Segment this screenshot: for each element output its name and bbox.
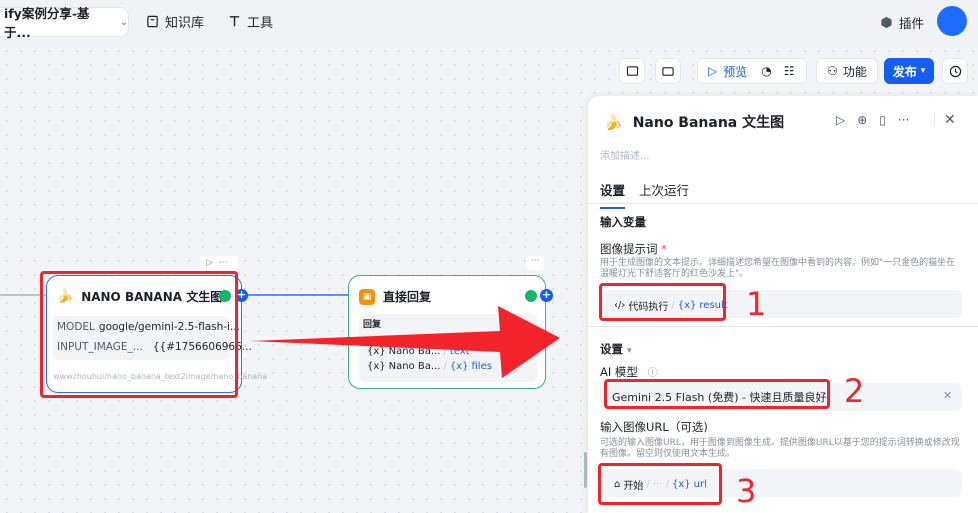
- annotation-box-1: [599, 283, 726, 321]
- annotation-number-3: 3: [736, 472, 757, 510]
- help-circle-icon[interactable]: ⓘ: [648, 368, 658, 379]
- panel-actions: ▷ ⊕ ▯ ···: [836, 113, 909, 127]
- tab-last-run[interactable]: 上次运行: [639, 180, 689, 209]
- close-icon[interactable]: ✕: [944, 112, 956, 128]
- clear-icon[interactable]: ✕: [943, 389, 952, 402]
- url-label: 输入图像URL（可选): [600, 420, 708, 434]
- url-help: 可选的输入图像URL，用于图像到图像生成。提供图像URL以基于您的提示词转换或修…: [600, 438, 960, 459]
- prompt-label-text: 图像提示词: [600, 242, 658, 256]
- prompt-label: 图像提示词 *: [600, 242, 667, 256]
- panel-title: 🍌 Nano Banana 文生图: [604, 112, 784, 132]
- section-settings-text: 设置: [600, 342, 623, 356]
- help-icon[interactable]: ⊕: [857, 113, 867, 127]
- model-label-text: AI 模型: [600, 365, 638, 379]
- section-input-vars: 输入变量: [600, 215, 646, 229]
- divider: [588, 203, 978, 204]
- tab-settings[interactable]: 设置: [600, 180, 626, 209]
- banana-icon: 🍌: [604, 113, 623, 131]
- annotation-box-node: [40, 271, 238, 398]
- panel-resize-handle[interactable]: [584, 452, 587, 488]
- chevron-down-icon: ▾: [627, 346, 632, 356]
- divider: [588, 326, 978, 327]
- section-settings[interactable]: 设置 ▾: [600, 341, 632, 357]
- annotation-box-2: [604, 379, 830, 409]
- panel-title-text: Nano Banana 文生图: [632, 115, 785, 131]
- model-label: AI 模型 ⓘ: [600, 364, 658, 380]
- more-icon[interactable]: ···: [898, 113, 909, 127]
- annotation-number-2: 2: [844, 372, 865, 410]
- separator: [934, 112, 935, 126]
- description-input[interactable]: 添加描述...: [600, 147, 650, 162]
- annotation-number-1: 1: [746, 285, 767, 323]
- run-icon[interactable]: ▷: [836, 113, 845, 127]
- annotation-box-3: [598, 463, 722, 505]
- panel-tabs: 设置 上次运行: [600, 180, 689, 209]
- docs-icon[interactable]: ▯: [879, 113, 886, 127]
- prompt-help: 用于生成图像的文本提示。详细描述您希望在图像中看到的内容。例如"一只金色的猫坐在…: [600, 258, 956, 279]
